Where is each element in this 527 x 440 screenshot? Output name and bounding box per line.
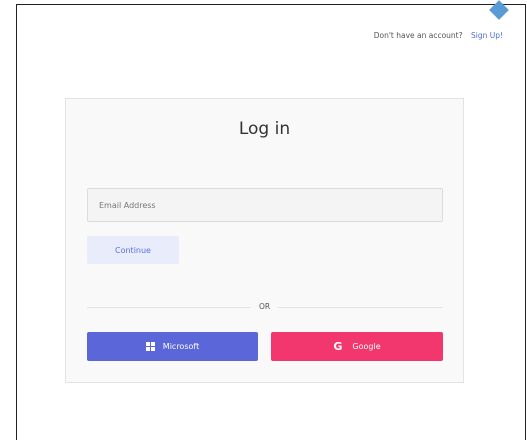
microsoft-button-label: Microsoft	[162, 342, 200, 351]
corner-marker-icon	[489, 0, 509, 20]
email-field[interactable]	[87, 188, 443, 222]
login-card: Log in Continue OR Microsoft G Google	[65, 98, 464, 383]
signup-link[interactable]: Sign Up!	[471, 31, 503, 40]
divider-line-left	[87, 307, 251, 308]
microsoft-icon	[145, 342, 155, 351]
google-button-label: Google	[352, 342, 381, 351]
divider-line-right	[278, 307, 443, 308]
signup-prompt: Don't have an account? Sign Up!	[374, 31, 503, 40]
microsoft-login-button[interactable]: Microsoft	[87, 332, 258, 361]
or-divider-label: OR	[258, 302, 271, 311]
page-title: Log in	[238, 119, 291, 139]
google-icon: G	[333, 340, 343, 353]
account-prompt-text: Don't have an account?	[373, 31, 463, 40]
continue-button[interactable]: Continue	[87, 236, 179, 264]
google-login-button[interactable]: G Google	[271, 332, 443, 361]
